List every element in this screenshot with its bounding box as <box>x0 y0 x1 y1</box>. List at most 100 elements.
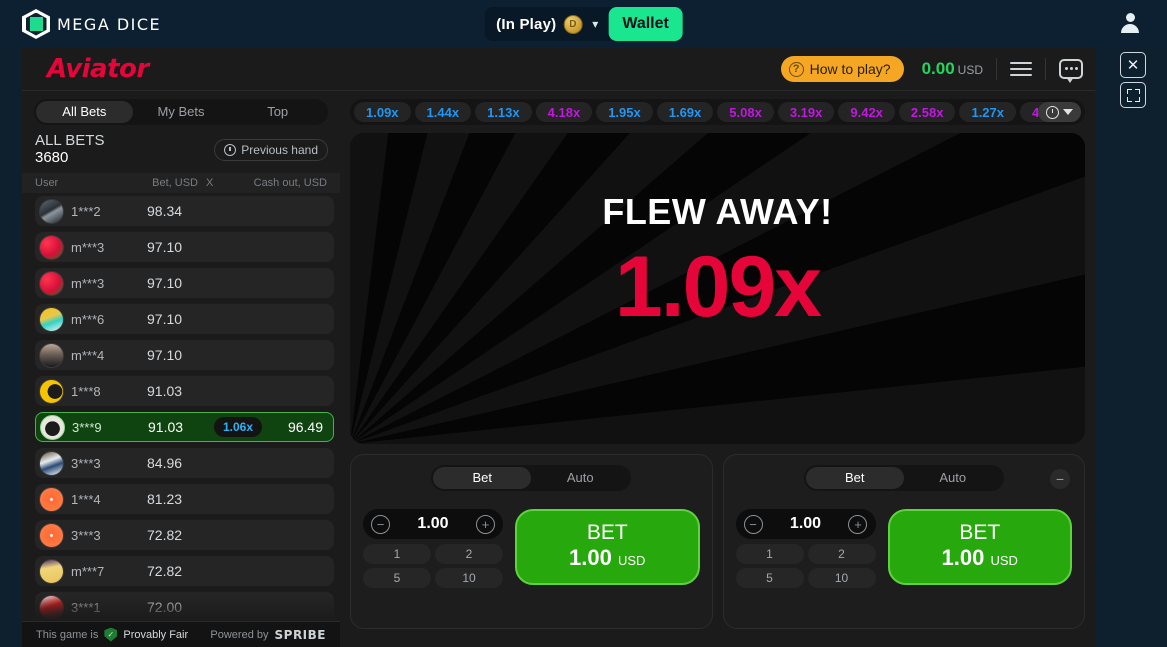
red-car-avatar <box>39 594 64 620</box>
bet-row-amount: 72.82 <box>147 563 183 579</box>
quick-amount-10[interactable]: 10 <box>435 568 503 588</box>
bets-sidebar: All Bets My Bets Top ALL BETS 3680 Previ… <box>22 91 340 647</box>
site-topbar: MEGA DICE (In Play) D ▾ Wallet <box>0 0 1167 48</box>
bet-row-amount: 91.03 <box>147 383 183 399</box>
mode-bet[interactable]: Bet <box>433 467 532 489</box>
previous-hand-label: Previous hand <box>241 142 318 157</box>
previous-hand-button[interactable]: Previous hand <box>214 138 328 161</box>
game-header: Aviator ? How to play? 0.00 USD <box>22 48 1095 91</box>
bet-button-currency: USD <box>990 553 1018 568</box>
table-row[interactable]: 1***4 81.23 <box>35 484 334 514</box>
decrease-icon[interactable]: − <box>743 514 763 534</box>
history-multiplier-chip[interactable]: 5.08x <box>717 102 774 122</box>
remove-panel-icon[interactable]: − <box>1050 469 1070 489</box>
bet-panel-1: Bet Auto − 1.00 +1 2 5 10 BET 1.00 USD <box>350 454 713 629</box>
stake-value[interactable]: 1.00 <box>417 515 448 533</box>
quick-amount-1[interactable]: 1 <box>363 544 431 564</box>
column-bet: Bet, USD <box>152 177 198 189</box>
fullscreen-icon[interactable] <box>1120 82 1146 108</box>
bet-row-username: 3***9 <box>72 419 102 435</box>
history-multiplier-chip[interactable]: 1.09x <box>354 102 411 122</box>
bet-row-username: m***4 <box>71 347 105 363</box>
history-multiplier-chip[interactable]: 1.95x <box>596 102 653 122</box>
bet-panels: Bet Auto −1.00 +1 2 5 10 BET 1.00 USD Bet Auto − −1.… <box>350 454 1085 629</box>
stake-stepper: − 1.00 + <box>363 509 503 539</box>
history-multiplier-chip[interactable]: 1.13x <box>475 102 532 122</box>
stake-value[interactable]: 1.00 <box>790 515 821 533</box>
dog-moon-avatar <box>39 378 64 404</box>
bet-controls: − 1.00 +1 2 5 10 BET 1.00 USD <box>363 509 700 588</box>
table-row[interactable]: m***3 97.10 <box>35 232 334 262</box>
tab-all-bets[interactable]: All Bets <box>36 101 133 123</box>
game-header-right: ? How to play? 0.00 USD <box>780 56 1083 83</box>
table-row[interactable]: 1***8 91.03 <box>35 376 334 406</box>
chat-bubble-icon[interactable] <box>1059 59 1083 83</box>
game-main-column: 1.09x 1.44x 1.13x 4.18x 1.95x 1.69x 5.08x 3.19x… <box>340 91 1095 647</box>
bet-row-amount: 97.10 <box>147 311 183 327</box>
increase-icon[interactable]: + <box>848 514 868 534</box>
history-multiplier-chip[interactable]: 1.69x <box>656 102 714 122</box>
chevron-down-icon[interactable]: ▾ <box>582 7 608 41</box>
table-row[interactable]: 3***3 72.82 <box>35 520 334 550</box>
bet-button[interactable]: BET 1.00 USD <box>515 509 700 585</box>
history-multiplier-chip[interactable]: 4.18x <box>535 102 593 122</box>
quick-amount-2[interactable]: 2 <box>807 544 876 564</box>
bet-row-amount: 97.10 <box>147 239 183 255</box>
history-multiplier-chip[interactable]: 1.44x <box>414 102 472 122</box>
close-icon[interactable]: ✕ <box>1120 52 1146 78</box>
history-toggle-button[interactable] <box>1038 102 1081 122</box>
quick-amount-5[interactable]: 5 <box>735 568 804 588</box>
bet-row-amount: 98.34 <box>147 203 183 219</box>
tab-my-bets[interactable]: My Bets <box>133 101 230 123</box>
wallet-status-label: (In Play) <box>496 15 557 33</box>
quick-amount-1[interactable]: 1 <box>735 544 804 564</box>
mode-bet[interactable]: Bet <box>805 467 904 489</box>
mode-auto[interactable]: Auto <box>904 467 1002 489</box>
bet-button-amount-value: 1.00 <box>941 545 985 570</box>
history-multiplier-chip[interactable]: 1.27x <box>959 102 1017 122</box>
bet-mode-toggle: Bet Auto <box>803 465 1004 491</box>
toilet-avatar <box>39 450 64 476</box>
all-bets-summary: ALL BETS 3680 Previous hand <box>22 125 340 173</box>
bet-row-amount: 97.10 <box>147 275 183 291</box>
table-row[interactable]: m***4 97.10 <box>35 340 334 370</box>
hamburger-menu-icon[interactable] <box>1010 58 1032 80</box>
tab-top[interactable]: Top <box>229 101 326 123</box>
floating-window-controls: ✕ <box>1111 48 1155 112</box>
game-canvas: FLEW AWAY! 1.09x <box>350 133 1085 444</box>
bet-button[interactable]: BET 1.00 USD <box>887 509 1072 585</box>
decrease-icon[interactable]: − <box>371 514 390 534</box>
stake-controls: − 1.00 +1 2 5 10 <box>735 509 876 588</box>
table-row[interactable]: 3***9 91.03 1.06x 96.49 <box>35 412 334 442</box>
quick-amount-2[interactable]: 2 <box>435 544 503 564</box>
increase-icon[interactable]: + <box>475 514 495 534</box>
bet-row-amount: 72.00 <box>147 599 183 615</box>
table-row[interactable]: m***7 72.82 <box>35 556 334 586</box>
history-multiplier-chip[interactable]: 9.42x <box>838 102 895 122</box>
shield-check-icon: ✓ <box>104 627 118 642</box>
quick-amount-5[interactable]: 5 <box>363 568 431 588</box>
table-row[interactable]: 3***3 84.96 <box>35 448 334 478</box>
person-icon[interactable] <box>1119 13 1141 35</box>
caret-down-icon <box>1063 109 1073 115</box>
bet-button-amount: 1.00 USD <box>569 545 645 574</box>
how-to-play-button[interactable]: ? How to play? <box>780 56 904 82</box>
mode-auto[interactable]: Auto <box>531 467 629 489</box>
flew-away-label: FLEW AWAY! <box>602 191 833 232</box>
bets-list[interactable]: 1***2 98.34 m***3 97.10 m***3 97.10 m***6 97.10… <box>22 193 340 621</box>
quick-amount-grid: 1 2 5 10 <box>363 544 503 588</box>
table-row[interactable]: m***6 97.10 <box>35 304 334 334</box>
bet-row-amount: 81.23 <box>147 491 183 507</box>
brand-logo[interactable]: MEGA DICE <box>22 9 161 39</box>
crash-multiplier: 1.09x <box>614 239 822 335</box>
bet-row-username: m***3 <box>71 275 105 291</box>
history-multiplier-chip[interactable]: 3.19x <box>777 102 835 122</box>
quick-amount-10[interactable]: 10 <box>807 568 876 588</box>
table-row[interactable]: 3***1 72.00 <box>35 592 334 621</box>
history-multiplier-chip[interactable]: 2.58x <box>898 102 956 122</box>
wallet-button[interactable]: Wallet <box>608 7 683 41</box>
table-row[interactable]: m***3 97.10 <box>35 268 334 298</box>
provably-fair-link[interactable]: Provably Fair <box>123 629 188 641</box>
table-row[interactable]: 1***2 98.34 <box>35 196 334 226</box>
how-to-play-label: How to play? <box>809 61 891 77</box>
